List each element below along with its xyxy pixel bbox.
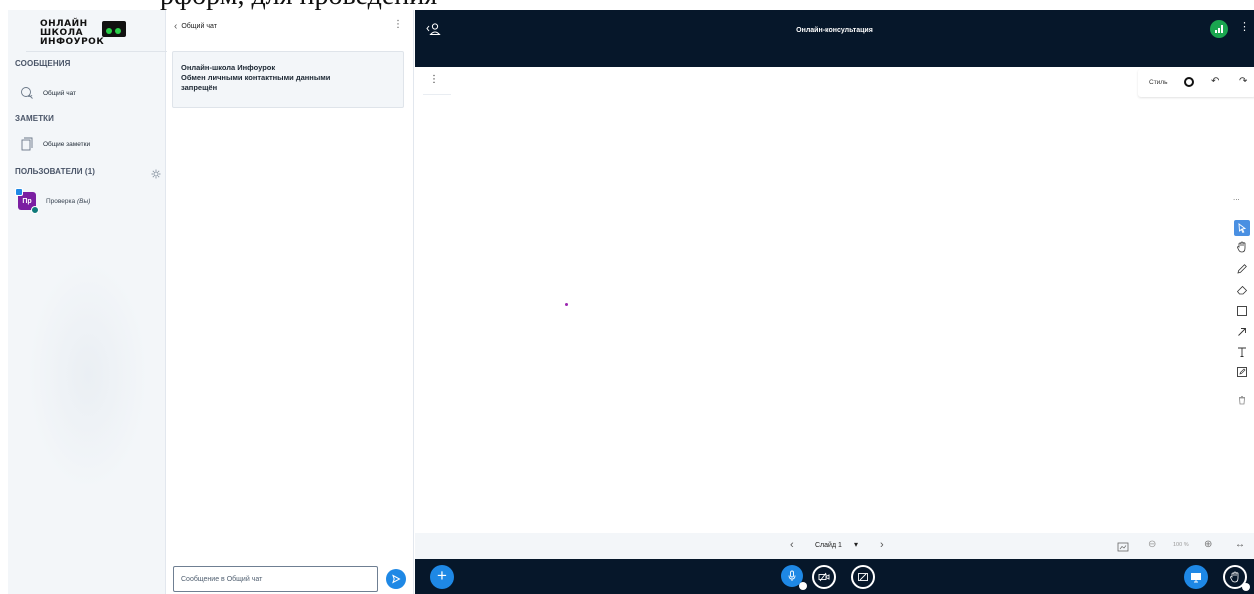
user-name: Проверка — [46, 197, 76, 205]
options-menu-icon[interactable]: ⋮ — [1239, 22, 1250, 33]
logo: ОНЛАЙН ШКОЛА ИНФОУРОК — [26, 18, 184, 52]
notes-section-title: ЗАМЕТКИ — [15, 114, 55, 123]
voice-status-icon — [31, 206, 39, 214]
public-chat-label: Общий чат — [43, 89, 77, 97]
microphone-icon — [788, 570, 796, 581]
send-icon — [392, 574, 401, 584]
presenter-icon — [15, 188, 23, 196]
style-circle-icon[interactable] — [1184, 77, 1194, 87]
gear-icon[interactable] — [151, 166, 161, 179]
style-panel: Стиль ↶ ↷ — [1138, 69, 1254, 97]
user-list-item[interactable]: Пр Проверка (Вы) — [15, 188, 158, 214]
style-button[interactable]: Стиль — [1149, 79, 1167, 86]
slide-selector[interactable]: Слайд 1 — [815, 542, 842, 549]
raise-hand-icon — [1230, 571, 1239, 583]
screen-share-button[interactable] — [851, 565, 875, 589]
notes-icon — [20, 137, 34, 151]
presentation-toggle-button[interactable] — [1184, 565, 1208, 589]
chat-bubbles-icon — [20, 86, 34, 100]
fit-width-icon[interactable]: ↔ — [1235, 539, 1245, 550]
signal-icon — [1215, 25, 1223, 33]
camera-off-icon — [818, 572, 830, 582]
meeting-title: Онлайн-консультация — [796, 27, 873, 34]
arrow-icon[interactable] — [1234, 324, 1250, 340]
top-strip: рформ, для проведения — [0, 0, 1254, 10]
action-bar: + — [415, 559, 1254, 594]
hand-icon[interactable] — [1234, 239, 1250, 255]
shared-notes-item[interactable]: Общие заметки — [20, 136, 160, 152]
more-tools-button[interactable]: ... — [1233, 193, 1240, 202]
raise-hand-button[interactable] — [1223, 565, 1250, 591]
screen-share-off-icon — [858, 573, 868, 581]
shared-notes-label: Общие заметки — [43, 140, 91, 148]
welcome-line-3: запрещён — [181, 83, 218, 92]
you-tag: (Вы) — [76, 197, 91, 205]
users-section-title: ПОЛЬЗОВАТЕЛИ (1) — [15, 167, 96, 176]
logo-line-3: ИНФОУРОК — [40, 37, 105, 47]
avatar-initials: Пр — [22, 197, 32, 205]
chat-title: Общий чат — [181, 23, 217, 30]
rectangle-icon[interactable] — [1234, 303, 1250, 319]
chat-message-input[interactable]: Сообщение в Общий чат — [173, 566, 378, 592]
presentation-area: Онлайн-консультация ⋮ ⋮ Стиль ↶ ↷ ... ‹ … — [415, 10, 1254, 594]
next-slide-icon[interactable]: › — [880, 539, 884, 551]
cursor-dot — [565, 303, 568, 306]
presentation-options-icon[interactable]: ⋮ — [429, 74, 439, 85]
send-message-button[interactable] — [386, 569, 406, 589]
zoom-value: 100 % — [1173, 542, 1189, 548]
sidebar-background — [28, 260, 148, 490]
fit-page-icon[interactable] — [1117, 540, 1129, 552]
audio-settings-indicator[interactable] — [799, 582, 807, 590]
welcome-line-1: Онлайн-школа Инфоурок — [181, 63, 276, 72]
text-icon[interactable] — [1234, 344, 1250, 360]
welcome-line-2: Обмен личными контактными данными — [181, 73, 331, 82]
eraser-icon[interactable] — [1234, 282, 1250, 298]
messages-section-title: СООБЩЕНИЯ — [15, 59, 71, 68]
pointer-icon[interactable] — [1234, 220, 1250, 236]
chat-options-icon[interactable]: ⋮ — [393, 20, 403, 30]
actions-plus-button[interactable]: + — [430, 565, 454, 589]
redo-icon[interactable]: ↷ — [1239, 76, 1247, 87]
chevron-down-icon[interactable]: ▾ — [854, 540, 858, 549]
user-list-sidebar: ОНЛАЙН ШКОЛА ИНФОУРОК СООБЩЕНИЯ Общий ча… — [8, 10, 184, 594]
logo-divider — [26, 51, 184, 52]
note-icon[interactable] — [1234, 364, 1250, 380]
public-chat-item[interactable]: Общий чат — [20, 85, 160, 101]
microphone-button[interactable] — [781, 565, 807, 590]
trash-icon[interactable] — [1234, 392, 1250, 408]
chat-panel: ‹ Общий чат ⋮ Онлайн-школа Инфоурок Обме… — [167, 10, 414, 594]
avatar: Пр — [15, 188, 39, 214]
reactions-indicator[interactable] — [1242, 583, 1250, 591]
connection-status-button[interactable] — [1210, 20, 1228, 38]
presentation-bottom-bar: ‹ Слайд 1 ▾ › ⊖ 100 % ⊕ ↔ — [415, 533, 1254, 559]
pencil-icon[interactable] — [1234, 261, 1250, 277]
whiteboard-toolbar — [1232, 217, 1252, 435]
zoom-out-icon[interactable]: ⊖ — [1148, 539, 1156, 550]
nav-bar: Онлайн-консультация ⋮ — [415, 10, 1254, 67]
divider — [423, 94, 451, 95]
previous-slide-icon[interactable]: ‹ — [790, 539, 794, 551]
welcome-message: Онлайн-школа Инфоурок Обмен личными конт… — [172, 51, 404, 108]
logo-mark-icon — [102, 21, 126, 37]
undo-icon[interactable]: ↶ — [1211, 76, 1219, 87]
camera-button[interactable] — [812, 565, 836, 589]
chevron-left-icon: ‹ — [174, 21, 178, 32]
zoom-in-icon[interactable]: ⊕ — [1204, 539, 1212, 550]
presentation-icon — [1191, 572, 1201, 582]
hide-chat-button[interactable]: ‹ Общий чат — [174, 21, 217, 32]
top-strip-text: рформ, для проведения — [160, 0, 437, 10]
